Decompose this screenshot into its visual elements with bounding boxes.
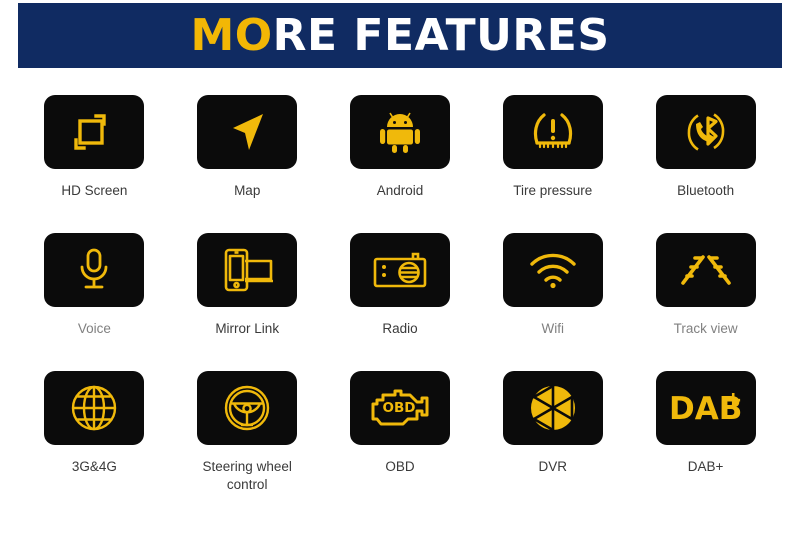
feature-cell-wifi[interactable]: Wifi: [476, 233, 629, 371]
hd-screen-icon: [74, 114, 107, 150]
feature-cell-bluetooth[interactable]: Bluetooth: [629, 95, 782, 233]
feature-tile[interactable]: [197, 233, 298, 307]
feature-tile[interactable]: [655, 233, 756, 307]
feature-tile[interactable]: [349, 95, 450, 169]
feature-tile[interactable]: [349, 233, 450, 307]
microphone-icon: [80, 248, 108, 289]
obd-engine-icon: OBD: [371, 389, 429, 426]
feature-tile[interactable]: [44, 371, 145, 445]
feature-cell-steering-wheel-control[interactable]: Steering wheel control: [171, 371, 324, 521]
feature-cell-voice[interactable]: Voice: [18, 233, 171, 371]
feature-cell-android[interactable]: Android: [324, 95, 477, 233]
feature-cell-obd[interactable]: OBD OBD: [324, 371, 477, 521]
track-view-icon: [680, 255, 731, 285]
feature-label: Wifi: [541, 321, 565, 336]
feature-grid: HD Screen Map Android Tire pressure Blue…: [18, 95, 782, 521]
feature-tile[interactable]: [44, 233, 145, 307]
header-banner: MORE FEATURES: [18, 3, 782, 68]
feature-tile[interactable]: [44, 95, 145, 169]
dab-plus-superscript: +: [724, 390, 742, 413]
feature-label: Radio: [382, 321, 418, 336]
feature-label: Voice: [77, 321, 111, 336]
feature-cell-hd-screen[interactable]: HD Screen: [18, 95, 171, 233]
wifi-icon: [530, 253, 576, 289]
feature-tile[interactable]: [502, 95, 603, 169]
feature-cell-radio[interactable]: Radio: [324, 233, 477, 371]
feature-label: DAB+: [687, 459, 724, 474]
feature-cell-tire-pressure[interactable]: Tire pressure: [476, 95, 629, 233]
feature-label: Map: [234, 183, 261, 198]
android-robot-icon: [379, 112, 420, 153]
feature-cell-map[interactable]: Map: [171, 95, 324, 233]
feature-label: Android: [376, 183, 424, 198]
feature-tile[interactable]: OBD: [349, 371, 450, 445]
navigation-arrow-icon: [233, 114, 264, 150]
feature-label: Bluetooth: [677, 183, 735, 198]
camera-shutter-icon: [530, 384, 575, 432]
feature-showcase-page: MORE FEATURES HD Screen Map Android Tire…: [0, 0, 800, 546]
feature-cell-dab-plus[interactable]: DAB + DAB+: [629, 371, 782, 521]
page-title-gold-part: MO: [190, 9, 273, 61]
feature-cell-dvr[interactable]: DVR: [476, 371, 629, 521]
feature-label: DVR: [538, 459, 568, 474]
feature-label: Track view: [673, 321, 738, 336]
feature-label: Tire pressure: [513, 183, 593, 198]
feature-label: Steering wheel control: [202, 459, 292, 493]
page-title-white-part: RE FEATURES: [272, 9, 610, 61]
feature-tile[interactable]: [655, 95, 756, 169]
feature-cell-3g-4g[interactable]: 3G&4G: [18, 371, 171, 521]
steering-wheel-icon: [224, 385, 270, 431]
radio-icon: [373, 252, 427, 288]
feature-tile[interactable]: [197, 371, 298, 445]
feature-label: Mirror Link: [215, 321, 280, 336]
feature-label: OBD: [385, 459, 415, 474]
feature-tile[interactable]: [502, 233, 603, 307]
feature-label: HD Screen: [61, 183, 128, 198]
bluetooth-phone-icon: [687, 113, 724, 151]
feature-tile[interactable]: DAB +: [655, 371, 756, 445]
feature-tile[interactable]: [502, 371, 603, 445]
dab-plus-icon: DAB +: [669, 390, 742, 426]
page-title: MORE FEATURES: [190, 13, 609, 58]
feature-label: 3G&4G: [71, 459, 117, 474]
feature-cell-track-view[interactable]: Track view: [629, 233, 782, 371]
feature-cell-mirror-link[interactable]: Mirror Link: [171, 233, 324, 371]
mirror-link-icon: [224, 248, 274, 292]
feature-tile[interactable]: [197, 95, 298, 169]
globe-icon: [72, 385, 117, 431]
tire-pressure-icon: [533, 113, 572, 149]
obd-icon-text: OBD: [382, 400, 415, 416]
